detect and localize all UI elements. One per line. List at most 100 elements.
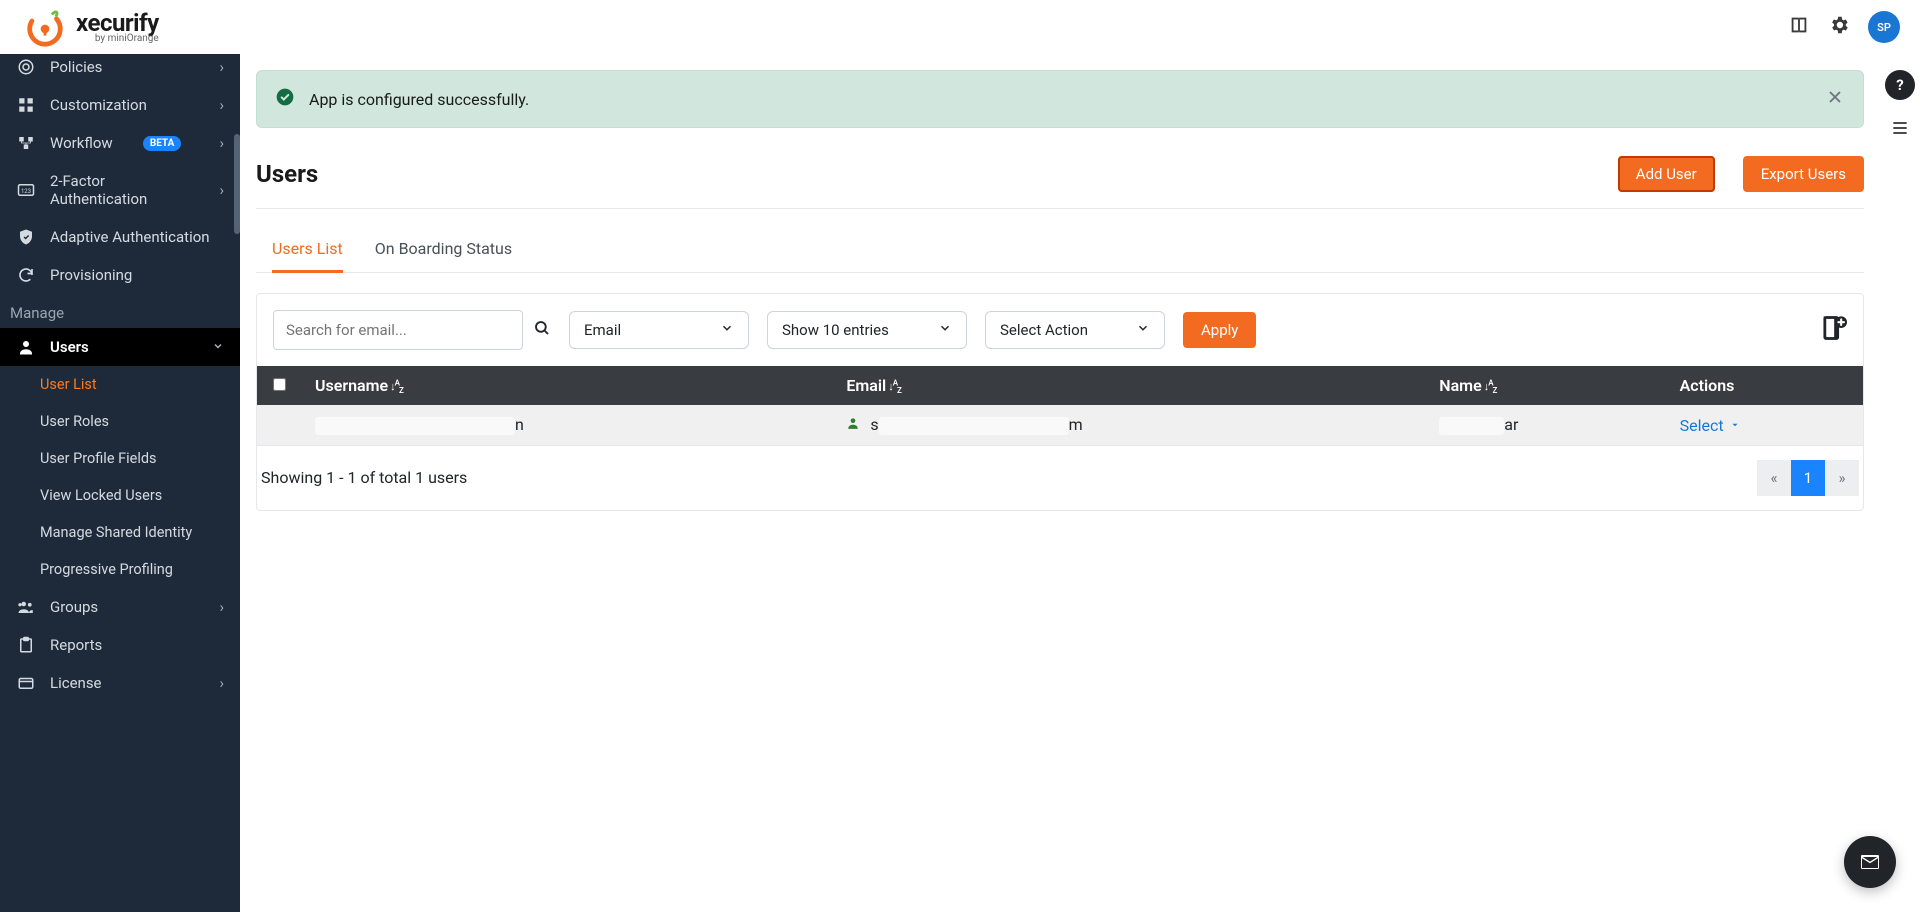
- tabs: Users List On Boarding Status: [256, 227, 1864, 273]
- cell-username: n: [301, 405, 832, 445]
- docs-icon[interactable]: [1788, 14, 1810, 40]
- brand-logo[interactable]: xecurify by miniOrange: [24, 6, 159, 48]
- sidebar-item-label: Groups: [50, 598, 98, 616]
- clipboard-icon: [16, 636, 36, 654]
- chevron-down-icon: [1136, 321, 1150, 339]
- person-icon: [16, 338, 36, 356]
- cell-actions: Select: [1666, 405, 1863, 445]
- sidebar-item-label: Workflow: [50, 134, 113, 152]
- svg-text:123: 123: [21, 188, 31, 195]
- main-content: App is configured successfully. Users Ad…: [240, 54, 1880, 912]
- add-user-button[interactable]: Add User: [1618, 156, 1715, 192]
- sidebar-item-policies[interactable]: Policies ›: [0, 54, 240, 86]
- export-users-button[interactable]: Export Users: [1743, 156, 1864, 192]
- search-by-select[interactable]: Email: [569, 311, 749, 349]
- sidebar-section-manage: Manage: [0, 294, 240, 328]
- pagination-page-1[interactable]: 1: [1791, 460, 1825, 496]
- sidebar-item-users[interactable]: Users: [0, 328, 240, 366]
- card-icon: [16, 674, 36, 692]
- groups-icon: [16, 598, 36, 616]
- sidebar-item-label: 2-Factor Authentication: [50, 172, 206, 208]
- target-icon: [16, 58, 36, 76]
- sidebar-sub-user-profile-fields[interactable]: User Profile Fields: [0, 440, 240, 477]
- sidebar-item-reports[interactable]: Reports: [0, 626, 240, 664]
- close-icon[interactable]: [1825, 87, 1845, 111]
- gear-icon[interactable]: [1828, 14, 1850, 40]
- table-row: n sm ar Select: [257, 405, 1863, 445]
- keypad-icon: 123: [16, 183, 36, 197]
- sync-icon: [16, 266, 36, 284]
- pagination-next[interactable]: »: [1825, 460, 1859, 496]
- column-actions: Actions: [1666, 366, 1863, 405]
- column-email[interactable]: Email↓AZ: [832, 366, 1425, 405]
- column-name[interactable]: Name↓AZ: [1425, 366, 1665, 405]
- sidebar-item-customization[interactable]: Customization ›: [0, 86, 240, 124]
- select-all-checkbox[interactable]: [273, 378, 286, 391]
- sidebar-sub-user-roles[interactable]: User Roles: [0, 403, 240, 440]
- workflow-icon: [16, 134, 36, 152]
- chevron-down-icon: [212, 338, 224, 356]
- select-value: Email: [584, 321, 621, 339]
- sidebar-item-groups[interactable]: Groups ›: [0, 588, 240, 626]
- tab-users-list[interactable]: Users List: [272, 227, 343, 273]
- tab-onboarding-status[interactable]: On Boarding Status: [375, 227, 512, 273]
- alert-success: App is configured successfully.: [256, 70, 1864, 128]
- sidebar-item-workflow[interactable]: Workflow BETA ›: [0, 124, 240, 162]
- sidebar-item-provisioning[interactable]: Provisioning: [0, 256, 240, 294]
- sidebar: Policies › Customization › Workflow BETA…: [0, 54, 240, 912]
- page-title: Users: [256, 160, 318, 188]
- sidebar-item-label: License: [50, 674, 102, 692]
- chevron-right-icon: ›: [219, 96, 224, 114]
- pagination-prev[interactable]: «: [1757, 460, 1791, 496]
- right-rail: ?: [1880, 54, 1920, 912]
- sidebar-sub-progressive-profiling[interactable]: Progressive Profiling: [0, 551, 240, 588]
- alert-message: App is configured successfully.: [309, 90, 529, 109]
- cell-email: sm: [832, 405, 1425, 445]
- users-card: Email Show 10 entries Select Action Appl…: [256, 293, 1864, 511]
- chevron-right-icon: ›: [219, 598, 224, 616]
- user-avatar[interactable]: SP: [1868, 11, 1900, 43]
- chevron-down-icon: [938, 321, 952, 339]
- chevron-right-icon: ›: [219, 134, 224, 152]
- chevron-down-icon: [720, 321, 734, 339]
- pagination: « 1 »: [1757, 460, 1859, 496]
- select-value: Show 10 entries: [782, 321, 889, 339]
- sidebar-sub-manage-shared-identity[interactable]: Manage Shared Identity: [0, 514, 240, 551]
- row-action-select[interactable]: Select: [1680, 416, 1740, 435]
- sidebar-item-license[interactable]: License ›: [0, 664, 240, 702]
- apply-button[interactable]: Apply: [1183, 312, 1256, 348]
- sidebar-sub-view-locked-users[interactable]: View Locked Users: [0, 477, 240, 514]
- sort-icon: ↓AZ: [888, 380, 901, 393]
- bulk-action-select[interactable]: Select Action: [985, 311, 1165, 349]
- sidebar-item-adaptive-auth[interactable]: Adaptive Authentication: [0, 218, 240, 256]
- select-all-header: [257, 366, 301, 405]
- sidebar-sub-user-list[interactable]: User List: [0, 366, 240, 403]
- sidebar-item-2fa[interactable]: 123 2-Factor Authentication ›: [0, 162, 240, 218]
- brand-name: xecurify: [76, 11, 159, 35]
- sidebar-item-label: Adaptive Authentication: [50, 228, 210, 246]
- select-value: Select Action: [1000, 321, 1088, 339]
- page-size-select[interactable]: Show 10 entries: [767, 311, 967, 349]
- help-icon[interactable]: ?: [1885, 70, 1915, 100]
- beta-badge: BETA: [143, 136, 182, 151]
- column-settings-icon[interactable]: [1819, 314, 1847, 346]
- table-footer-count: Showing 1 - 1 of total 1 users: [261, 468, 467, 487]
- chevron-right-icon: ›: [219, 674, 224, 692]
- search-input[interactable]: [273, 310, 523, 350]
- sidebar-item-label: Users: [50, 338, 89, 356]
- search-icon[interactable]: [533, 319, 551, 341]
- sidebar-item-label: Policies: [50, 58, 102, 76]
- sort-icon: ↓AZ: [390, 380, 403, 393]
- grid-icon: [16, 96, 36, 114]
- users-table: Username↓AZ Email↓AZ Name↓AZ Actions n: [257, 366, 1863, 446]
- app-header: xecurify by miniOrange SP: [0, 0, 1920, 54]
- menu-icon[interactable]: [1890, 118, 1910, 142]
- sidebar-item-label: Reports: [50, 636, 102, 654]
- column-username[interactable]: Username↓AZ: [301, 366, 832, 405]
- chevron-right-icon: ›: [219, 181, 224, 199]
- contact-fab[interactable]: [1844, 836, 1896, 888]
- sidebar-item-label: Customization: [50, 96, 147, 114]
- cell-name: ar: [1425, 405, 1665, 445]
- sidebar-item-label: Provisioning: [50, 266, 132, 284]
- user-active-icon: [846, 415, 864, 434]
